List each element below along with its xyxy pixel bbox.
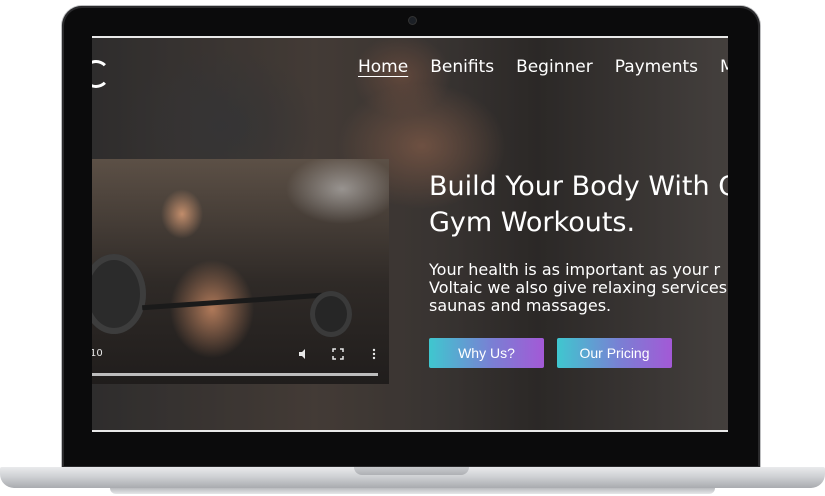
dumbbell-plate-right	[310, 291, 352, 337]
nav-item-payments[interactable]: Payments	[615, 57, 698, 77]
workout-video[interactable]: 10	[92, 159, 389, 384]
nav-item-home[interactable]: Home	[358, 57, 408, 77]
laptop-base-foot	[110, 488, 715, 494]
top-rule	[92, 36, 728, 38]
hero-description: Your health is as important as your r Vo…	[429, 261, 728, 315]
video-progress-bar[interactable]	[92, 373, 378, 376]
hero-description-line-3: saunas and massages.	[429, 296, 612, 315]
nav-item-beginner[interactable]: Beginner	[516, 57, 593, 77]
hero-headline: Build Your Body With Ou Gym Workouts.	[429, 169, 728, 241]
video-time: 10	[92, 348, 103, 359]
main-nav: Home Benifits Beginner Payments M	[358, 57, 728, 77]
more-options-icon[interactable]	[368, 348, 380, 360]
hero-headline-line-1: Build Your Body With Ou	[429, 171, 728, 202]
hero-headline-line-2: Gym Workouts.	[429, 207, 636, 238]
webcam-icon	[409, 17, 416, 24]
why-us-button[interactable]: Why Us?	[429, 338, 544, 368]
hero-description-line-2: Voltaic we also give relaxing services	[429, 278, 728, 297]
nav-item-more[interactable]: M	[720, 57, 728, 77]
video-controls: 10	[92, 344, 389, 384]
bottom-rule	[92, 430, 728, 432]
volume-icon[interactable]	[298, 348, 310, 360]
hero-description-line-1: Your health is as important as your r	[429, 260, 721, 279]
nav-item-benifits[interactable]: Benifits	[430, 57, 494, 77]
laptop-screen: Home Benifits Beginner Payments M 10 Bui…	[92, 36, 728, 432]
fullscreen-icon[interactable]	[332, 348, 344, 360]
laptop-notch	[354, 467, 469, 475]
our-pricing-button[interactable]: Our Pricing	[557, 338, 672, 368]
